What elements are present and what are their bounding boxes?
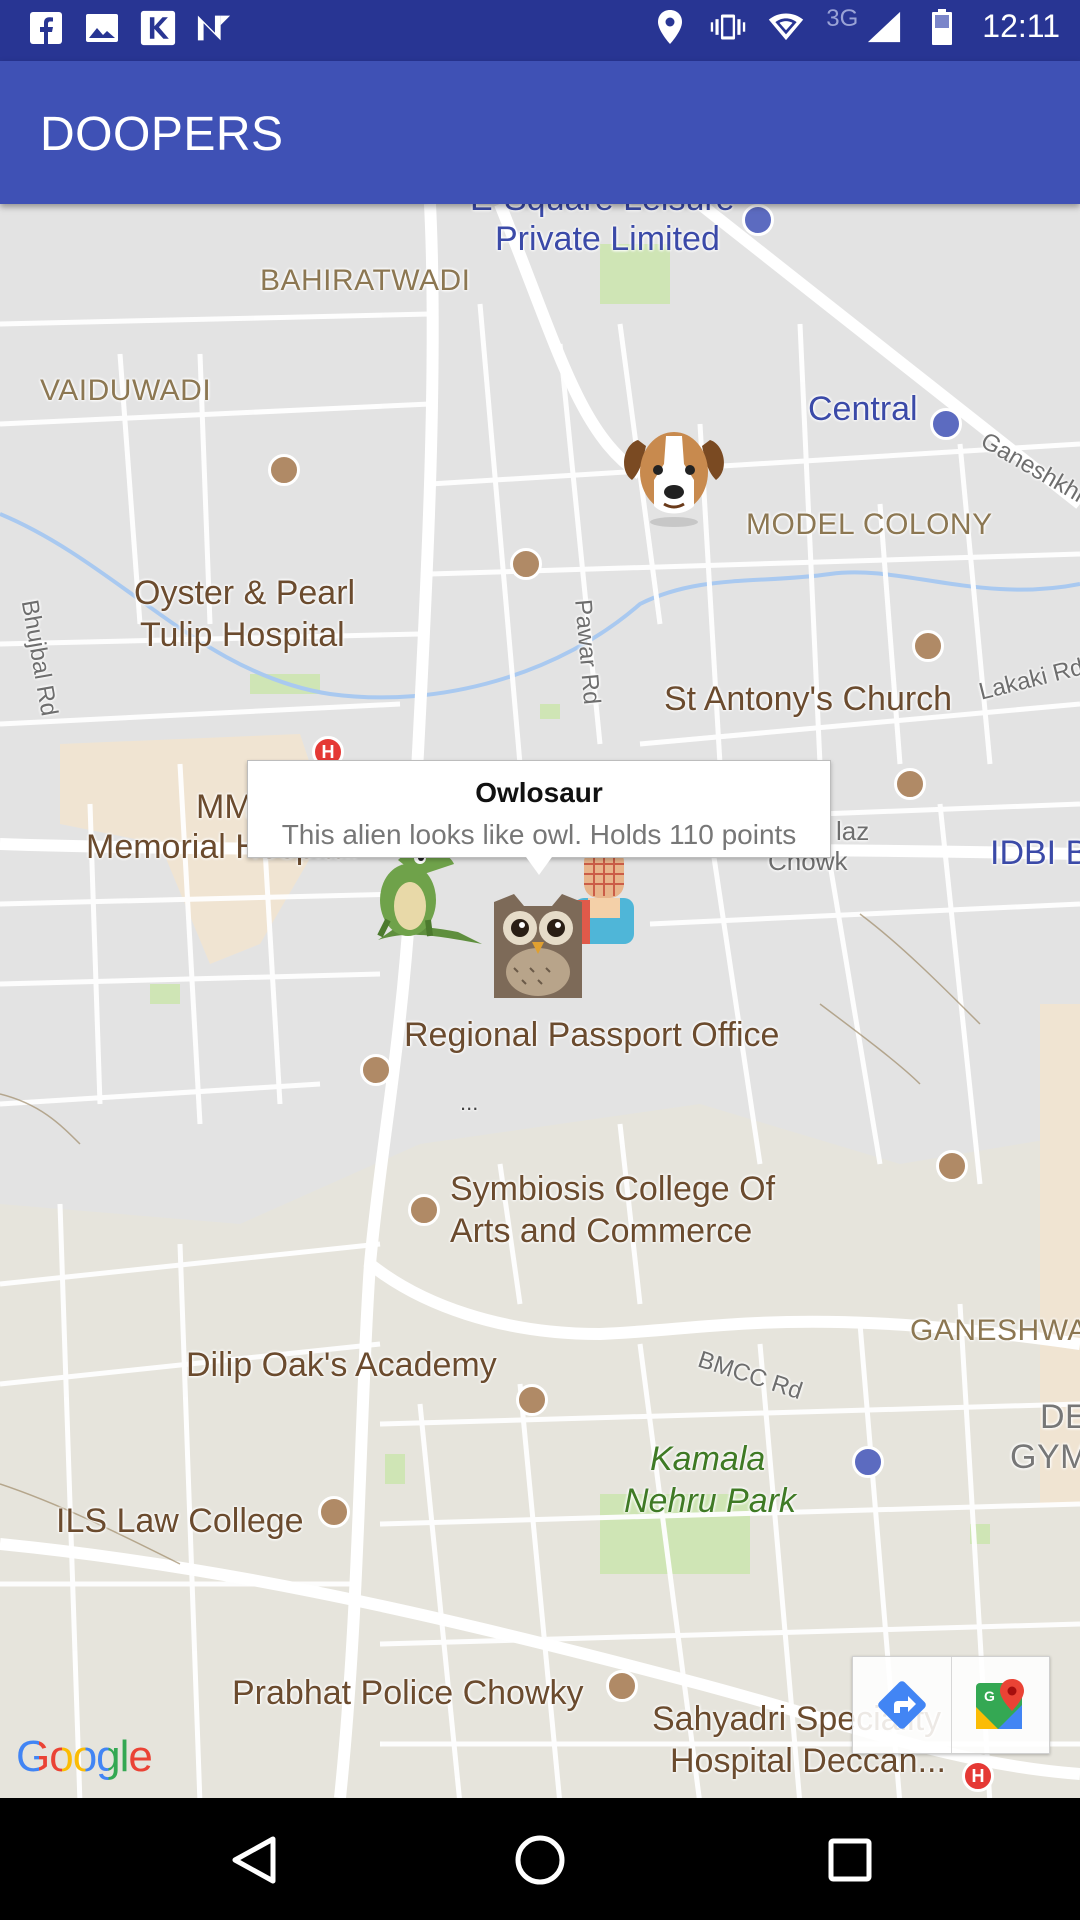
poi-label[interactable]: Symbiosis College Of (450, 1168, 775, 1210)
map-toolbar: G (852, 1656, 1050, 1754)
app-bar: DOOPERS (0, 61, 1080, 204)
poi-label[interactable]: Prabhat Police Chowky (232, 1672, 584, 1714)
area-label: VAIDUWADI (40, 374, 212, 407)
signal-icon (866, 9, 902, 45)
church-pin-icon[interactable] (912, 630, 944, 662)
poi-label[interactable]: Dilip Oak's Academy (186, 1344, 497, 1386)
facebook-icon (28, 10, 64, 46)
dog-marker[interactable] (614, 410, 734, 535)
place-pin-icon[interactable] (516, 1384, 548, 1416)
poi-label: ... (460, 1090, 479, 1115)
home-button[interactable] (508, 1828, 572, 1892)
area-label: DE (1040, 1398, 1080, 1436)
vibrate-icon (710, 9, 746, 45)
clock: 12:11 (982, 8, 1060, 44)
museum-pin-icon[interactable] (268, 454, 300, 486)
open-in-maps-button[interactable]: G (950, 1657, 1050, 1753)
poi-label[interactable]: E-Square Leisure (470, 204, 735, 219)
home-icon (515, 1835, 565, 1885)
school-pin-icon[interactable] (408, 1194, 440, 1226)
hospital-pin-icon[interactable]: H (962, 1760, 994, 1792)
shopping-pin-icon[interactable] (930, 408, 962, 440)
directions-icon (877, 1681, 926, 1729)
recents-button[interactable] (818, 1828, 882, 1892)
police-pin-icon[interactable] (606, 1670, 638, 1702)
museum-pin-icon[interactable] (510, 548, 542, 580)
area-label: BAHIRATWADI (260, 264, 471, 297)
k-app-icon (140, 10, 176, 46)
marker-info-window[interactable]: Owlosaur This alien looks like owl. Hold… (247, 760, 831, 875)
poi-label[interactable]: ILS Law College (56, 1500, 304, 1542)
google-maps-icon: G (976, 1679, 1025, 1729)
poi-label[interactable]: MM (196, 786, 253, 828)
google-logo: Google (16, 1732, 153, 1782)
navigation-bar (0, 1798, 1080, 1920)
poi-label[interactable]: Arts and Commerce (450, 1210, 752, 1252)
poi-label[interactable]: Tulip Hospital (140, 614, 345, 656)
wifi-icon (768, 9, 804, 45)
cinema-pin-icon[interactable] (742, 204, 774, 236)
directions-button[interactable] (853, 1657, 951, 1753)
museum-pin-icon[interactable] (360, 1054, 392, 1086)
back-icon (232, 1836, 276, 1884)
info-window-pointer (526, 857, 552, 875)
school-pin-icon[interactable] (936, 1150, 968, 1182)
recents-icon (828, 1838, 872, 1882)
poi-label[interactable]: Private Limited (495, 220, 720, 259)
park-label[interactable]: Kamala (650, 1438, 765, 1480)
poi-label[interactable]: Central (808, 390, 918, 429)
map-view[interactable]: E-Square Leisure Private Limited BAHIRAT… (0, 204, 1080, 1798)
image-icon (84, 10, 120, 46)
poi-label[interactable]: St Antony's Church (664, 678, 952, 720)
poi-label[interactable]: Oyster & Pearl (134, 572, 355, 614)
area-label: GANESHWA (910, 1314, 1080, 1347)
bus-pin-icon[interactable] (852, 1446, 884, 1478)
park-label[interactable]: Nehru Park (624, 1480, 796, 1522)
location-icon (652, 9, 688, 45)
network-type: 3G (826, 4, 859, 32)
back-button[interactable] (222, 1828, 286, 1892)
google-logo-text: Google (16, 1732, 153, 1781)
status-bar: 3G 12:11 (0, 0, 1080, 61)
poi-label: laz (836, 816, 870, 846)
owl-marker[interactable] (484, 882, 592, 1007)
n-app-icon (196, 10, 232, 46)
poi-label[interactable]: Regional Passport Office (404, 1014, 779, 1056)
svg-text:G: G (984, 1688, 995, 1704)
poi-label[interactable]: IDBI B (990, 834, 1080, 873)
area-label: GYM (1010, 1438, 1080, 1476)
battery-icon (924, 8, 960, 45)
school-pin-icon[interactable] (318, 1496, 350, 1528)
area-label: MODEL COLONY (746, 508, 993, 541)
app-title: DOOPERS (40, 108, 284, 161)
info-window-snippet: This alien looks like owl. Holds 110 poi… (281, 819, 797, 850)
info-window-title: Owlosaur (475, 777, 603, 808)
post-office-pin-icon[interactable] (894, 768, 926, 800)
